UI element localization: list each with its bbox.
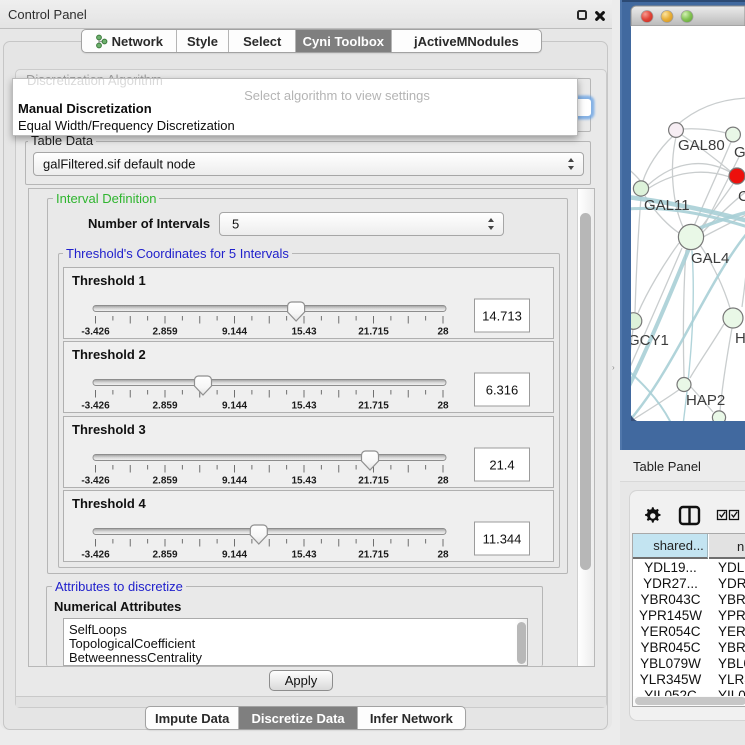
svg-text:-3.426: -3.426 [81, 476, 110, 487]
svg-text:14.713: 14.713 [482, 309, 522, 324]
svg-text:GAL4: GAL4 [691, 250, 729, 267]
svg-text:6.316: 6.316 [486, 383, 519, 398]
svg-text:21.715: 21.715 [358, 550, 389, 561]
svg-text:2.859: 2.859 [152, 327, 177, 338]
svg-text:GA: GA [734, 144, 745, 161]
svg-text:21.715: 21.715 [358, 401, 389, 412]
svg-text:28: 28 [437, 476, 449, 487]
svg-text:-3.426: -3.426 [81, 327, 110, 338]
svg-text:HAP2: HAP2 [686, 392, 725, 409]
svg-text:9.144: 9.144 [222, 401, 247, 412]
svg-text:21.4: 21.4 [489, 458, 514, 473]
svg-text:15.43: 15.43 [291, 476, 316, 487]
svg-text:9.144: 9.144 [222, 327, 247, 338]
svg-text:-3.426: -3.426 [81, 550, 110, 561]
svg-text:2.859: 2.859 [152, 550, 177, 561]
svg-text:2.859: 2.859 [152, 476, 177, 487]
svg-text:15.43: 15.43 [291, 550, 316, 561]
svg-text:15.43: 15.43 [291, 327, 316, 338]
svg-text:C: C [738, 188, 745, 205]
svg-text:Threshold 3: Threshold 3 [72, 422, 146, 437]
svg-text:2.859: 2.859 [152, 401, 177, 412]
svg-text:15.43: 15.43 [291, 401, 316, 412]
svg-text:28: 28 [437, 401, 449, 412]
svg-text:Threshold 1: Threshold 1 [72, 273, 146, 288]
svg-text:9.144: 9.144 [222, 476, 247, 487]
svg-text:9.144: 9.144 [222, 550, 247, 561]
svg-text:GAL80: GAL80 [678, 137, 725, 154]
svg-text:21.715: 21.715 [358, 327, 389, 338]
svg-text:-3.426: -3.426 [81, 401, 110, 412]
svg-text:Threshold 2: Threshold 2 [72, 347, 146, 362]
svg-text:Threshold 4: Threshold 4 [72, 496, 146, 511]
svg-text:GCY1: GCY1 [628, 332, 669, 349]
svg-text:28: 28 [437, 327, 449, 338]
svg-text:11.344: 11.344 [483, 532, 522, 547]
svg-text:21.715: 21.715 [358, 476, 389, 487]
svg-text:H: H [735, 330, 745, 347]
svg-text:28: 28 [437, 550, 449, 561]
svg-text:GAL11: GAL11 [644, 197, 690, 214]
